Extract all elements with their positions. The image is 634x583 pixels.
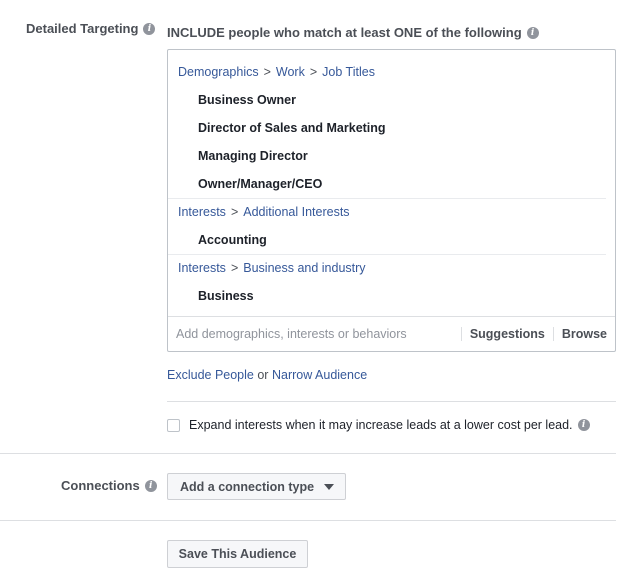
suggestions-button[interactable]: Suggestions xyxy=(460,327,553,341)
breadcrumb-link-job-titles[interactable]: Job Titles xyxy=(322,65,375,79)
targeting-group: Interests > Additional Interests Accountin… xyxy=(168,198,615,254)
expand-interests-label[interactable]: Expand interests when it may increase le… xyxy=(189,418,573,432)
targeting-item[interactable]: Owner/Manager/CEO xyxy=(168,170,615,198)
targeting-search-bar: Suggestions Browse xyxy=(168,316,615,351)
breadcrumb: Interests > Business and industry xyxy=(168,254,615,282)
breadcrumb: Demographics > Work > Job Titles xyxy=(168,58,615,86)
info-icon[interactable]: i xyxy=(577,419,590,431)
detailed-targeting-label: Detailed Targeting i xyxy=(26,21,156,36)
targeting-group: Demographics > Work > Job Titles Business Ow… xyxy=(168,58,615,198)
targeting-box: Demographics > Work > Job Titles Business Ow… xyxy=(167,49,616,352)
targeting-item[interactable]: Business xyxy=(168,282,615,310)
breadcrumb-link-demographics[interactable]: Demographics xyxy=(178,65,259,79)
save-audience-button[interactable]: Save This Audience xyxy=(167,540,308,568)
breadcrumb: Interests > Additional Interests xyxy=(168,198,615,226)
info-icon[interactable]: i xyxy=(144,479,157,492)
targeting-group: Interests > Business and industry Business xyxy=(168,254,615,310)
connection-type-dropdown[interactable]: Add a connection type xyxy=(167,473,346,500)
targeting-item[interactable]: Accounting xyxy=(168,226,615,254)
caret-down-icon xyxy=(324,483,335,490)
breadcrumb-separator: > xyxy=(230,205,239,219)
breadcrumb-link-work[interactable]: Work xyxy=(276,65,305,79)
checkbox-icon[interactable] xyxy=(167,418,180,432)
save-audience-label: Save This Audience xyxy=(178,547,297,561)
divider xyxy=(0,453,616,454)
info-icon[interactable]: i xyxy=(143,22,156,35)
breadcrumb-separator: > xyxy=(263,65,271,79)
breadcrumb-separator: > xyxy=(230,261,239,275)
narrow-audience-link[interactable]: Narrow Audience xyxy=(272,368,367,382)
breadcrumb-link-interests[interactable]: Interests xyxy=(178,261,226,275)
or-text: or xyxy=(257,368,269,382)
targeting-search-input[interactable] xyxy=(168,319,461,349)
divider xyxy=(167,401,616,402)
expand-interests-row: Expand interests when it may increase le… xyxy=(167,418,590,432)
include-heading: INCLUDE people who match at least ONE of… xyxy=(167,25,539,40)
divider xyxy=(0,520,616,521)
connections-label-text: Connections xyxy=(61,478,140,493)
targeting-item[interactable]: Director of Sales and Marketing xyxy=(168,114,615,142)
detailed-targeting-label-text: Detailed Targeting xyxy=(26,21,139,36)
targeting-groups: Demographics > Work > Job Titles Business Ow… xyxy=(168,58,615,310)
breadcrumb-separator: > xyxy=(309,65,318,79)
breadcrumb-link-business-and-industry[interactable]: Business and industry xyxy=(243,261,365,275)
include-heading-text: INCLUDE people who match at least ONE of… xyxy=(167,25,522,40)
breadcrumb-link-additional-interests[interactable]: Additional Interests xyxy=(243,205,349,219)
audience-links: Exclude People or Narrow Audience xyxy=(167,368,367,382)
targeting-item[interactable]: Managing Director xyxy=(168,142,615,170)
browse-button[interactable]: Browse xyxy=(552,327,615,341)
targeting-item[interactable]: Business Owner xyxy=(168,86,615,114)
connection-type-label: Add a connection type xyxy=(180,479,315,494)
connections-label: Connections i xyxy=(61,478,157,493)
breadcrumb-link-interests[interactable]: Interests xyxy=(178,205,226,219)
info-icon[interactable]: i xyxy=(526,26,539,39)
exclude-people-link[interactable]: Exclude People xyxy=(167,368,254,382)
